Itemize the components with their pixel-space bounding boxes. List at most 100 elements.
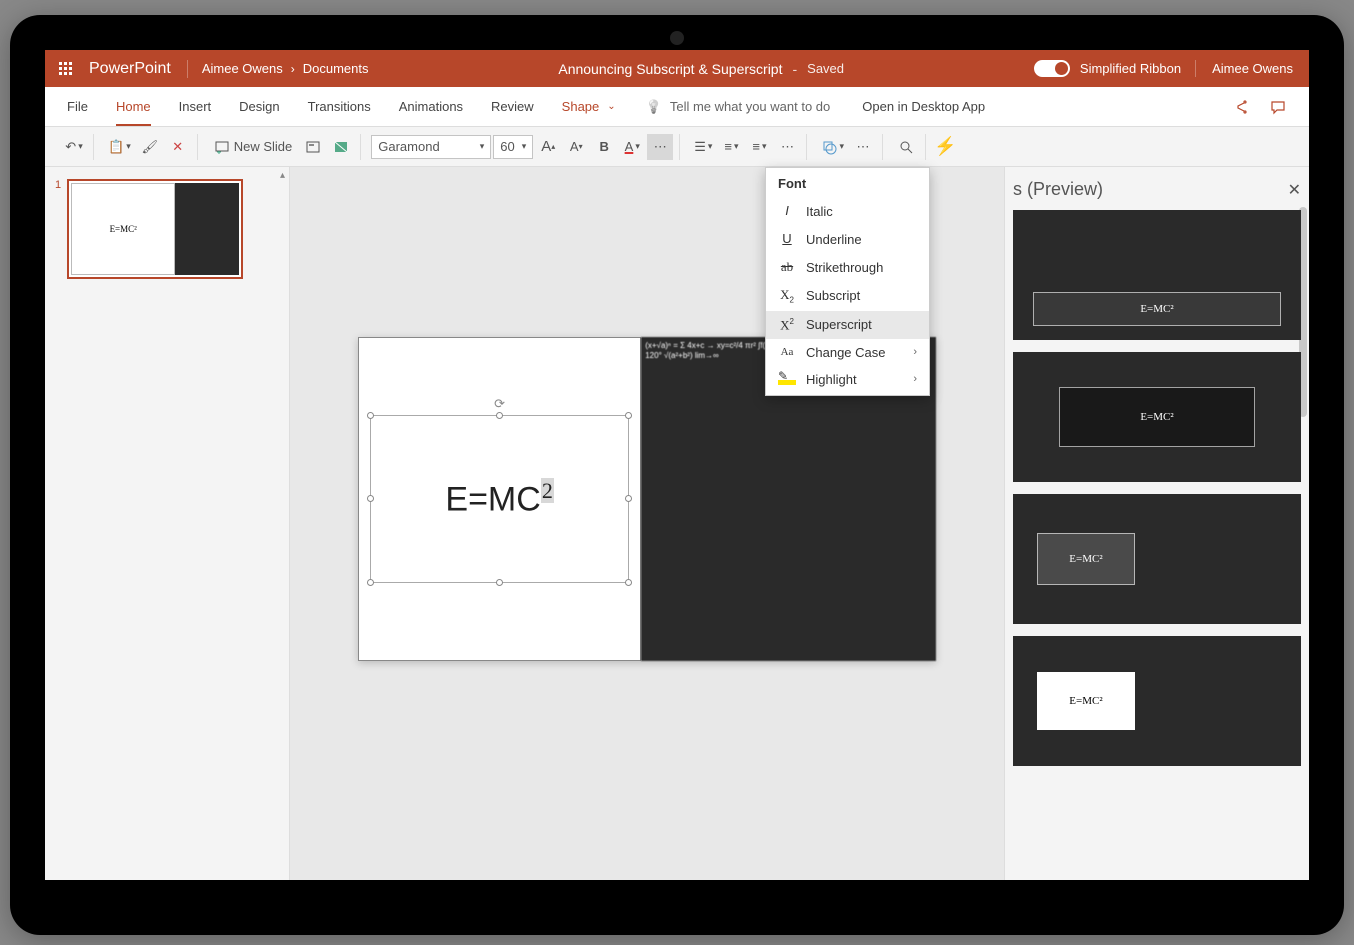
idea-2-text: E=MC² bbox=[1059, 387, 1255, 447]
menu-change-case[interactable]: Aa Change Case › bbox=[766, 339, 929, 366]
menu-subscript-label: Subscript bbox=[806, 288, 860, 303]
design-idea-1[interactable]: E=MC² bbox=[1013, 210, 1301, 340]
idea-1-text: E=MC² bbox=[1033, 292, 1281, 326]
ribbon-toolbar: ↶▾ 📋▾ 🖌 ✕ New Slide bbox=[45, 127, 1309, 167]
thumbnail-row: 1 E=MC² bbox=[55, 179, 279, 279]
resize-handle-nw[interactable] bbox=[367, 412, 374, 419]
font-size-value: 60 bbox=[500, 139, 514, 154]
tell-me-search[interactable]: Tell me what you want to do bbox=[630, 99, 847, 115]
new-slide-button[interactable]: New Slide bbox=[208, 134, 299, 160]
equation-text[interactable]: E=MC2 bbox=[445, 478, 553, 519]
font-size-select[interactable]: 60▾ bbox=[493, 135, 533, 159]
share-icon[interactable] bbox=[1227, 93, 1257, 121]
layout-button[interactable] bbox=[300, 134, 326, 160]
tab-shape-label: Shape bbox=[562, 99, 600, 114]
menu-strike-label: Strikethrough bbox=[806, 260, 883, 275]
submenu-arrow-icon: › bbox=[913, 346, 917, 358]
more-paragraph-button[interactable]: ⋯ bbox=[774, 134, 800, 160]
design-idea-2[interactable]: E=MC² bbox=[1013, 352, 1301, 482]
shapes-button[interactable]: ▾ bbox=[817, 134, 848, 160]
font-color-button[interactable]: A▾ bbox=[619, 134, 645, 160]
tab-design[interactable]: Design bbox=[225, 87, 293, 126]
tell-me-label: Tell me what you want to do bbox=[670, 99, 830, 114]
breadcrumb[interactable]: Aimee Owens › Documents bbox=[188, 61, 383, 76]
more-font-options-button[interactable]: ⋯ bbox=[647, 134, 673, 160]
tab-transitions[interactable]: Transitions bbox=[294, 87, 385, 126]
superscript-icon: X2 bbox=[778, 317, 796, 333]
paste-button[interactable]: 📋▾ bbox=[104, 134, 135, 160]
open-in-desktop[interactable]: Open in Desktop App bbox=[846, 99, 1001, 114]
tablet-camera bbox=[670, 31, 684, 45]
font-name-select[interactable]: Garamond▾ bbox=[371, 135, 491, 159]
design-ideas-panel: s (Preview) ✕ E=MC² E=MC² E=MC² E=MC² bbox=[1004, 167, 1309, 880]
tab-animations[interactable]: Animations bbox=[385, 87, 477, 126]
design-idea-4[interactable]: E=MC² bbox=[1013, 636, 1301, 766]
dash: - bbox=[792, 61, 797, 77]
thumb-equation: E=MC² bbox=[71, 183, 175, 275]
ribbon-tabs: File Home Insert Design Transitions Anim… bbox=[45, 87, 1309, 127]
tab-insert[interactable]: Insert bbox=[165, 87, 226, 126]
slide-thumbnail-panel: ▴ 1 E=MC² bbox=[45, 167, 290, 880]
selected-textbox[interactable]: ⟳ E=MC2 bbox=[370, 415, 629, 582]
toggle-label: Simplified Ribbon bbox=[1080, 61, 1181, 76]
strikethrough-icon: ab bbox=[778, 259, 796, 275]
find-button[interactable] bbox=[893, 134, 919, 160]
slide-thumbnail-1[interactable]: E=MC² bbox=[67, 179, 243, 279]
resize-handle-e[interactable] bbox=[625, 495, 632, 502]
menu-superscript[interactable]: X2 Superscript bbox=[766, 311, 929, 339]
tab-shape[interactable]: Shape ⌄ bbox=[548, 87, 630, 126]
resize-handle-s[interactable] bbox=[496, 579, 503, 586]
app-launcher-icon[interactable] bbox=[45, 62, 85, 75]
bold-button[interactable]: B bbox=[591, 134, 617, 160]
change-case-icon: Aa bbox=[778, 346, 796, 358]
equation-superscript: 2 bbox=[541, 478, 554, 503]
tab-review[interactable]: Review bbox=[477, 87, 548, 126]
slide-number: 1 bbox=[55, 179, 61, 279]
menu-underline[interactable]: U Underline bbox=[766, 225, 929, 253]
breadcrumb-sep: › bbox=[291, 62, 295, 76]
reset-button[interactable] bbox=[328, 134, 354, 160]
new-slide-label: New Slide bbox=[234, 139, 293, 154]
resize-handle-w[interactable] bbox=[367, 495, 374, 502]
close-panel-icon[interactable]: ✕ bbox=[1288, 180, 1301, 200]
designer-button[interactable]: ⚡ bbox=[930, 134, 960, 160]
resize-handle-n[interactable] bbox=[496, 412, 503, 419]
equation-base: E=MC bbox=[445, 481, 540, 519]
menu-strikethrough[interactable]: ab Strikethrough bbox=[766, 253, 929, 281]
comments-icon[interactable] bbox=[1263, 93, 1293, 121]
menu-highlight-label: Highlight bbox=[806, 372, 857, 387]
menu-highlight[interactable]: Highlight › bbox=[766, 366, 929, 393]
menu-italic[interactable]: I Italic bbox=[766, 197, 929, 225]
doc-title-text: Announcing Subscript & Superscript bbox=[558, 61, 782, 77]
delete-button[interactable]: ✕ bbox=[165, 134, 191, 160]
design-ideas-title: s (Preview) bbox=[1013, 179, 1103, 200]
shrink-font-button[interactable]: A▾ bbox=[563, 134, 589, 160]
menu-superscript-label: Superscript bbox=[806, 317, 872, 332]
more-drawing-button[interactable]: ⋯ bbox=[850, 134, 876, 160]
menu-case-label: Change Case bbox=[806, 345, 886, 360]
resize-handle-se[interactable] bbox=[625, 579, 632, 586]
design-idea-3[interactable]: E=MC² bbox=[1013, 494, 1301, 624]
bullets-button[interactable]: ☰▾ bbox=[690, 134, 716, 160]
undo-button[interactable]: ↶▾ bbox=[61, 134, 87, 160]
breadcrumb-loc: Documents bbox=[303, 61, 369, 76]
numbering-button[interactable]: ≡▾ bbox=[718, 134, 744, 160]
underline-icon: U bbox=[778, 231, 796, 247]
grow-font-button[interactable]: A▴ bbox=[535, 134, 561, 160]
align-button[interactable]: ≡▾ bbox=[746, 134, 772, 160]
menu-italic-label: Italic bbox=[806, 204, 833, 219]
resize-handle-ne[interactable] bbox=[625, 412, 632, 419]
resize-handle-sw[interactable] bbox=[367, 579, 374, 586]
simplified-ribbon-toggle[interactable]: Simplified Ribbon bbox=[1020, 60, 1196, 77]
user-name[interactable]: Aimee Owens bbox=[1196, 61, 1309, 76]
tab-home[interactable]: Home bbox=[102, 87, 165, 126]
rotate-handle-icon[interactable]: ⟳ bbox=[494, 396, 505, 412]
app-name: PowerPoint bbox=[85, 60, 188, 78]
scroll-up-icon[interactable]: ▴ bbox=[280, 170, 285, 181]
tab-file[interactable]: File bbox=[53, 87, 102, 126]
highlight-icon bbox=[778, 373, 796, 385]
subscript-icon: X2 bbox=[778, 287, 796, 305]
menu-subscript[interactable]: X2 Subscript bbox=[766, 281, 929, 311]
format-painter-button[interactable]: 🖌 bbox=[137, 134, 163, 160]
chevron-down-icon: ⌄ bbox=[607, 101, 615, 112]
